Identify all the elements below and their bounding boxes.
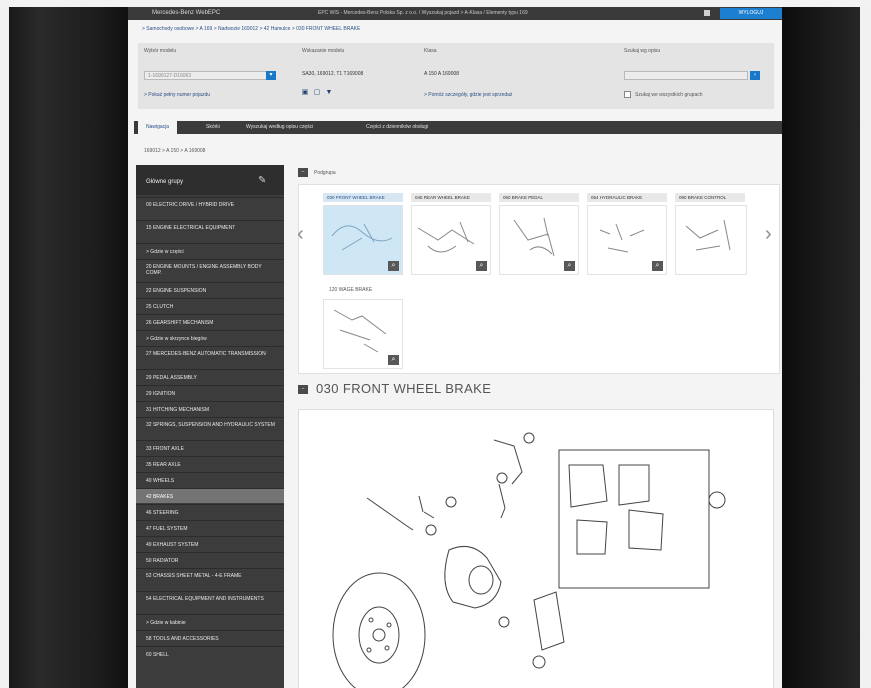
sidebar-item[interactable]: 58 TOOLS AND ACCESSORIES [136, 630, 284, 645]
sidebar-item[interactable]: > Gdzie w części [136, 243, 284, 258]
sidebar-item[interactable]: 33 FRONT AXLE [136, 440, 284, 455]
sidebar-item[interactable]: 15 ENGINE ELECTRICAL EQUIPMENT [136, 220, 284, 242]
session-info: EPC WIS - Mercedes-Benz Polska Sp. z o.o… [318, 10, 528, 16]
sidebar-item[interactable]: 46 STEERING [136, 504, 284, 519]
wrench-icon[interactable]: ✎ [258, 175, 266, 186]
zoom-icon[interactable]: ⌕ [388, 261, 399, 271]
sidebar-item[interactable]: 22 ENGINE SUSPENSION [136, 282, 284, 297]
collapse-icon[interactable]: – [298, 168, 308, 177]
sidebar-item[interactable]: 54 ELECTRICAL EQUIPMENT AND INSTRUMENTS [136, 591, 284, 613]
vehicle-path: 169012 > A 150 > A 169008 [144, 148, 206, 154]
zoom-icon[interactable]: ⌕ [388, 355, 399, 365]
sidebar-item[interactable]: 60 SHELL [136, 646, 284, 661]
thumb-label-045[interactable]: 045 REAR WHEEL BRAKE [411, 193, 491, 202]
filter-icon[interactable]: ▼ [325, 89, 333, 97]
thumbnail-054[interactable]: ⌕ [587, 205, 667, 275]
vehicle-dropdown-button[interactable]: ▾ [266, 71, 276, 80]
thumbnail-045[interactable]: ⌕ [411, 205, 491, 275]
thumb-label-030[interactable]: 030 FRONT WHEEL BRAKE [323, 193, 403, 202]
zoom-icon[interactable]: ⌕ [564, 261, 575, 271]
thumb-label-090[interactable]: 090 BRAKE CONTROL [675, 193, 745, 202]
thumbnail-050[interactable]: ⌕ [499, 205, 579, 275]
sidebar-item[interactable]: 31 HITCHING MECHANISM [136, 401, 284, 416]
sidebar-item[interactable]: > Gdzie w skrzynce biegów [136, 330, 284, 345]
search-button[interactable]: › [750, 71, 760, 80]
tab-skins[interactable]: Skórki [198, 121, 228, 134]
search-input[interactable] [624, 71, 748, 80]
front-wheel-brake-drawing [332, 432, 726, 688]
sidebar-item[interactable]: 49 EXHAUST SYSTEM [136, 536, 284, 551]
sidebar-item[interactable]: 29 IGNITION [136, 385, 284, 400]
main-group-sidebar: Główne grupy ✎ 00 ELECTRIC DRIVE / HYBRI… [136, 165, 284, 688]
sidebar-item[interactable]: 52 CHASSIS SHEET METAL - 4-E FRAME [136, 568, 284, 590]
sidebar-item[interactable]: 32 SPRINGS, SUSPENSION AND HYDRAULIC SYS… [136, 417, 284, 439]
sidebar-item[interactable]: 27 MERCEDES-BENZ AUTOMATIC TRANSMISSION [136, 346, 284, 368]
filter-panel: Wybór modelu 1-1690127-D16063 ▾ > Pokaż … [138, 43, 774, 109]
thumbnail-120[interactable]: ⌕ [323, 299, 403, 369]
thumb-label-054[interactable]: 054 HYDRAULIC BRAKE [587, 193, 667, 202]
scroll-right-icon[interactable]: › [765, 223, 772, 246]
tab-service-log-parts[interactable]: Części z dzienników obsługi [358, 121, 436, 134]
search-label: Szukaj wg opisu [624, 48, 661, 54]
tab-search-by-description[interactable]: Wyszukaj według opisu części [238, 121, 321, 134]
sidebar-item[interactable]: 42 BRAKES [136, 488, 284, 503]
print-icon[interactable]: ▢ [313, 89, 321, 97]
show-full-vin-link[interactable]: > Pokaż pełny numer pojazdu [144, 92, 210, 98]
logout-button[interactable]: WYLOGUJ [720, 8, 782, 19]
vehicle-label: Wybór modelu [144, 48, 177, 54]
top-bezel [0, 0, 871, 7]
sidebar-item[interactable]: 20 ENGINE MOUNTS / ENGINE ASSEMBLY BODY … [136, 259, 284, 281]
brake-control-thumbnail-drawing [685, 219, 731, 251]
subgroup-thumbnail-panel: ‹ › 030 FRONT WHEEL BRAKE 045 REAR WHEEL… [297, 184, 780, 374]
epc-application: Mercedes-Benz WebEPC EPC WIS - Mercedes-… [128, 7, 782, 688]
thumbnail-090[interactable] [675, 205, 747, 275]
sidebar-item[interactable]: 26 GEARSHIFT MECHANISM [136, 314, 284, 329]
thumb-label-120[interactable]: 120 WAGE BRAKE [329, 287, 372, 293]
sidebar-item[interactable]: 00 ELECTRIC DRIVE / HYBRID DRIVE [136, 197, 284, 219]
sidebar-header: Główne grupy ✎ [136, 165, 284, 195]
sidebar-item[interactable]: 47 FUEL SYSTEM [136, 520, 284, 535]
save-icon[interactable]: ▣ [301, 89, 309, 97]
identification-label: Wskazanie modelu [302, 48, 345, 54]
identification-value: SA30, 169012, T1 T169008 [302, 71, 364, 77]
sidebar-item[interactable]: 29 PEDAL ASSEMBLY [136, 369, 284, 384]
app-title: Mercedes-Benz WebEPC [152, 10, 221, 16]
class-label: Klasa [424, 48, 437, 54]
thumb-label-050[interactable]: 050 BRAKE PEDAL [499, 193, 579, 202]
search-all-groups-label: Szukaj we wszystkich grupach [635, 92, 703, 98]
class-value: A 150 A 169008 [424, 71, 460, 77]
sidebar-item[interactable]: 25 CLUTCH [136, 298, 284, 313]
thumbnail-030[interactable]: ⌕ [323, 205, 403, 275]
zoom-icon[interactable]: ⌕ [476, 261, 487, 271]
exploded-parts-diagram[interactable] [298, 409, 774, 688]
scroll-left-icon[interactable]: ‹ [297, 223, 304, 246]
class-details-link[interactable]: > Pomóż szczegóły, gdzie jest sprzedaż [424, 92, 512, 98]
zoom-icon[interactable]: ⌕ [652, 261, 663, 271]
breadcrumb[interactable]: > Samochody osobowe > A 169 > Nadwozie 1… [142, 26, 360, 32]
section-title: 030 FRONT WHEEL BRAKE [316, 381, 492, 396]
search-all-groups-checkbox[interactable] [624, 91, 631, 98]
tab-bar: Nawigacja Skórki Wyszukaj według opisu c… [134, 121, 782, 134]
title-bar: Mercedes-Benz WebEPC EPC WIS - Mercedes-… [128, 7, 782, 20]
tab-navigation[interactable]: Nawigacja [138, 121, 178, 134]
collapse-icon[interactable]: – [298, 385, 308, 394]
sidebar-item[interactable]: > Gdzie w kabinie [136, 614, 284, 629]
sidebar-item[interactable]: 50 RADIATOR [136, 552, 284, 567]
sidebar-title: Główne grupy [146, 179, 184, 185]
subgroup-header: Podgrupa [314, 170, 336, 176]
home-icon[interactable] [704, 10, 710, 16]
sidebar-item[interactable]: 35 REAR AXLE [136, 456, 284, 471]
vehicle-field[interactable]: 1-1690127-D16063 [144, 71, 274, 80]
sidebar-item[interactable]: 40 WHEELS [136, 472, 284, 487]
